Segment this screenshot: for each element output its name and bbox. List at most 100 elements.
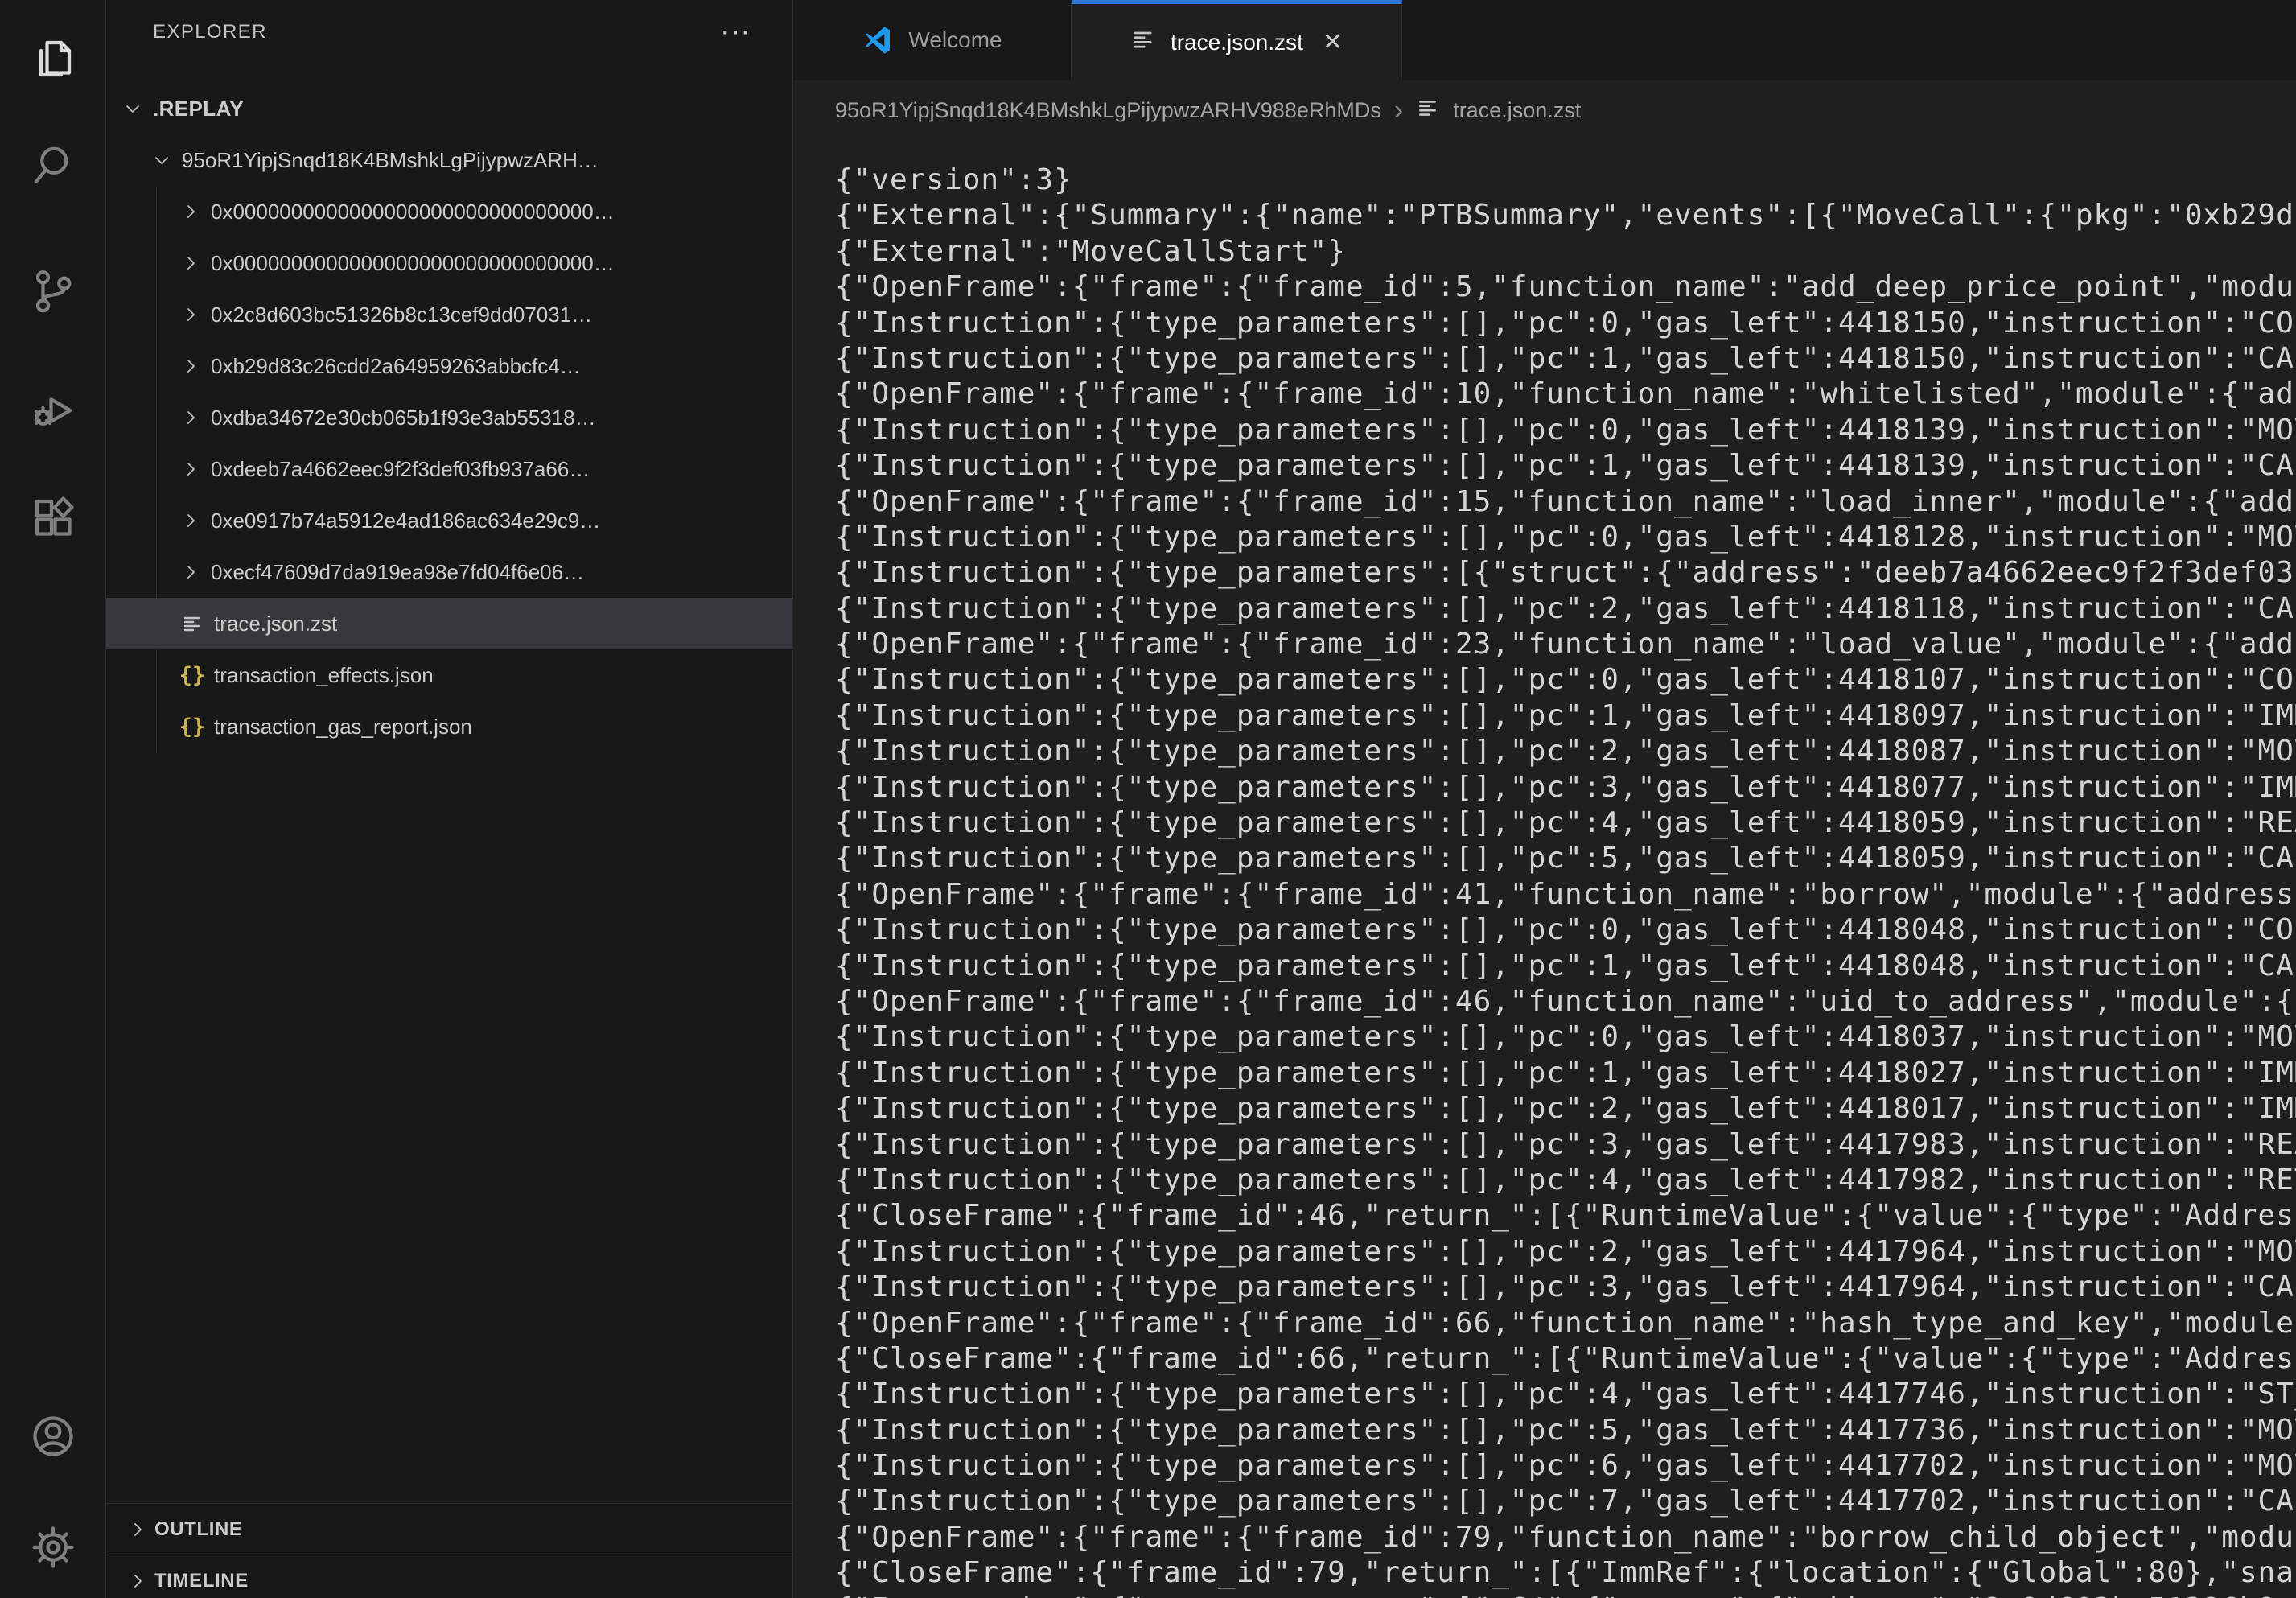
code-line: {"OpenFrame":{"frame":{"frame_id":79,"fu…: [835, 1520, 2296, 1555]
tree-item-label: .REPLAY: [153, 97, 244, 121]
chevron-right-icon: [127, 1571, 148, 1592]
code-line: {"Instruction":{"type_parameters":[],"pc…: [835, 1056, 2296, 1091]
settings-activity-button[interactable]: [0, 1505, 105, 1593]
chevron-right-icon: [180, 253, 201, 274]
tree-item-label: 95oR1YipjSnqd18K4BMshkLgPijypwzARH…: [182, 148, 599, 173]
code-line: {"External":{"Summary":{"name":"PTBSumma…: [835, 198, 2296, 233]
tree-item-label: transaction_gas_report.json: [214, 715, 472, 739]
tree-item[interactable]: .REPLAY: [106, 83, 792, 134]
code-line: {"Instruction":{"type_parameters":[{"str…: [835, 555, 2296, 591]
chevron-down-icon: [122, 98, 143, 119]
chevron-right-icon: [180, 510, 201, 531]
code-line: {"version":3}: [835, 163, 2296, 198]
chevron-down-icon: [151, 150, 172, 171]
tab-bar: Welcome trace.json.zst ✕: [793, 0, 2296, 80]
json-braces-icon: {}: [180, 663, 204, 688]
code-line: {"Instruction":{"type_parameters":[],"pc…: [835, 448, 2296, 484]
file-lines-icon: [1130, 27, 1156, 58]
extensions-activity-button[interactable]: [0, 475, 105, 563]
code-line: {"CloseFrame":{"frame_id":79,"return_":[…: [835, 1555, 2296, 1591]
close-icon[interactable]: ✕: [1323, 28, 1343, 56]
chevron-right-icon: [180, 201, 201, 222]
sidebar-header: EXPLORER ⋯: [106, 21, 792, 43]
search-icon: [29, 142, 77, 194]
code-line: {"Instruction":{"type_parameters":[],"pc…: [835, 734, 2296, 769]
code-line: {"Instruction":{"type_parameters":[],"pc…: [835, 306, 2296, 341]
gear-icon: [29, 1523, 77, 1575]
tree-item[interactable]: 95oR1YipjSnqd18K4BMshkLgPijypwzARH…: [106, 134, 792, 186]
code-line: {"CloseFrame":{"frame_id":46,"return_":[…: [835, 1198, 2296, 1234]
code-line: {"Instruction":{"type_parameters":[],"pc…: [835, 698, 2296, 734]
code-line: {"Instruction":{"type_parameters":[],"pc…: [835, 1091, 2296, 1126]
tree-item[interactable]: trace.json.zst: [106, 598, 792, 649]
tree-item[interactable]: 0xb29d83c26cdd2a64959263abbcfc4…: [106, 340, 792, 392]
debug-icon: [29, 386, 77, 439]
code-line: {"Instruction":{"type_parameters":[],"pc…: [835, 413, 2296, 448]
more-actions-icon[interactable]: ⋯: [720, 24, 751, 40]
chevron-right-icon: ›: [1394, 97, 1403, 124]
code-line: {"Instruction":{"type_parameters":[],"pc…: [835, 912, 2296, 948]
code-line: {"Instruction":{"type_parameters":[],"pc…: [835, 805, 2296, 841]
tree-item[interactable]: {} transaction_gas_report.json: [106, 701, 792, 752]
tree-item-label: 0x0000000000000000000000000000000…: [211, 200, 615, 224]
code-line: {"OpenFrame":{"frame":{"frame_id":5,"fun…: [835, 270, 2296, 305]
explorer-activity-button[interactable]: [0, 16, 105, 105]
tree-item[interactable]: {} transaction_effects.json: [106, 649, 792, 701]
breadcrumb-file[interactable]: trace.json.zst: [1453, 98, 1581, 123]
json-braces-icon: {}: [180, 715, 204, 739]
code-line: {"Instruction":{"type_parameters":[],"pc…: [835, 662, 2296, 698]
source-control-activity-button[interactable]: [0, 248, 105, 336]
code-line: {"Instruction":{"type_parameters":[],"pc…: [835, 1234, 2296, 1270]
vscode-window: EXPLORER ⋯ .REPLAY: [0, 0, 2296, 1598]
tree-item-label: 0xecf47609d7da919ea98e7fd04f6e06…: [211, 560, 584, 585]
tree-item[interactable]: 0x2c8d603bc51326b8c13cef9dd07031…: [106, 289, 792, 340]
tree-item-label: transaction_effects.json: [214, 663, 434, 688]
code-line: {"OpenFrame":{"frame":{"frame_id":41,"fu…: [835, 877, 2296, 912]
search-activity-button[interactable]: [0, 123, 105, 212]
account-icon: [29, 1412, 77, 1464]
tab-welcome-label: Welcome: [908, 27, 1002, 53]
explorer-sidebar: EXPLORER ⋯ .REPLAY: [106, 0, 793, 1598]
chevron-right-icon: [180, 459, 201, 480]
code-line: {"External":"MoveCallStart"}: [835, 234, 2296, 270]
breadcrumb: 95oR1YipjSnqd18K4BMshkLgPijypwzARHV988eR…: [793, 80, 2296, 140]
branch-icon: [29, 266, 77, 319]
tree-item-label: trace.json.zst: [214, 612, 337, 636]
code-line: {"Instruction":{"type_parameters":[],"pc…: [835, 1019, 2296, 1055]
editor-group: Welcome trace.json.zst ✕ 95oR1YipjSnqd18…: [793, 0, 2296, 1598]
code-line: {"Instruction":{"type_parameters":[],"pc…: [835, 1163, 2296, 1198]
tree-item-label: 0xb29d83c26cdd2a64959263abbcfc4…: [211, 354, 581, 379]
timeline-panel-header[interactable]: TIMELINE: [106, 1555, 792, 1598]
code-line: {"Instruction":{"type_parameters":[],"pc…: [835, 1377, 2296, 1412]
chevron-right-icon: [180, 562, 201, 583]
code-line: {"Instruction":{"type_parameters":[],"pc…: [835, 591, 2296, 627]
accounts-activity-button[interactable]: [0, 1394, 105, 1482]
chevron-right-icon: [180, 356, 201, 377]
code-line: {"Instruction":{"type_parameters":[],"pc…: [835, 520, 2296, 555]
tree-item-label: 0xdeeb7a4662eec9f2f3def03fb937a66…: [211, 457, 590, 482]
tab-welcome[interactable]: Welcome: [793, 0, 1072, 80]
tab-trace-label: trace.json.zst: [1171, 30, 1303, 56]
tree-item[interactable]: 0xdeeb7a4662eec9f2f3def03fb937a66…: [106, 443, 792, 495]
tree-item[interactable]: 0xecf47609d7da919ea98e7fd04f6e06…: [106, 546, 792, 598]
code-line: {"Instruction":{"type_parameters":[],"pc…: [835, 1484, 2296, 1519]
editor-content[interactable]: {"version":3} {"External":{"Summary":{"n…: [793, 140, 2296, 1598]
tree-item[interactable]: 0x0000000000000000000000000000000…: [106, 237, 792, 289]
code-line: {"Instruction":{"type_parameters":[],"pc…: [835, 770, 2296, 805]
timeline-panel-label: TIMELINE: [154, 1570, 249, 1592]
code-line: {"OpenFrame":{"frame":{"frame_id":46,"fu…: [835, 984, 2296, 1019]
code-line: {"Instruction":{"type_parameters":[],"pc…: [835, 1127, 2296, 1163]
tree-item[interactable]: 0xe0917b74a5912e4ad186ac634e29c9…: [106, 495, 792, 546]
code-line: {"Instruction":{"type_parameters":[],"pc…: [835, 341, 2296, 377]
file-lines-icon: [180, 612, 204, 635]
tree-item-label: 0xdba34672e30cb065b1f93e3ab55318…: [211, 406, 596, 430]
tree-item[interactable]: 0x0000000000000000000000000000000…: [106, 186, 792, 237]
tree-item[interactable]: 0xdba34672e30cb065b1f93e3ab55318…: [106, 392, 792, 443]
outline-panel-header[interactable]: OUTLINE: [106, 1503, 792, 1555]
tab-trace-json-zst[interactable]: trace.json.zst ✕: [1072, 0, 1402, 80]
breadcrumb-folder[interactable]: 95oR1YipjSnqd18K4BMshkLgPijypwzARHV988eR…: [835, 98, 1381, 123]
code-line: {"Instruction":{"type_parameters":[],"pc…: [835, 1448, 2296, 1484]
code-line: {"OpenFrame":{"frame":{"frame_id":66,"fu…: [835, 1306, 2296, 1341]
extensions-icon: [29, 493, 77, 546]
run-debug-activity-button[interactable]: [0, 368, 105, 456]
